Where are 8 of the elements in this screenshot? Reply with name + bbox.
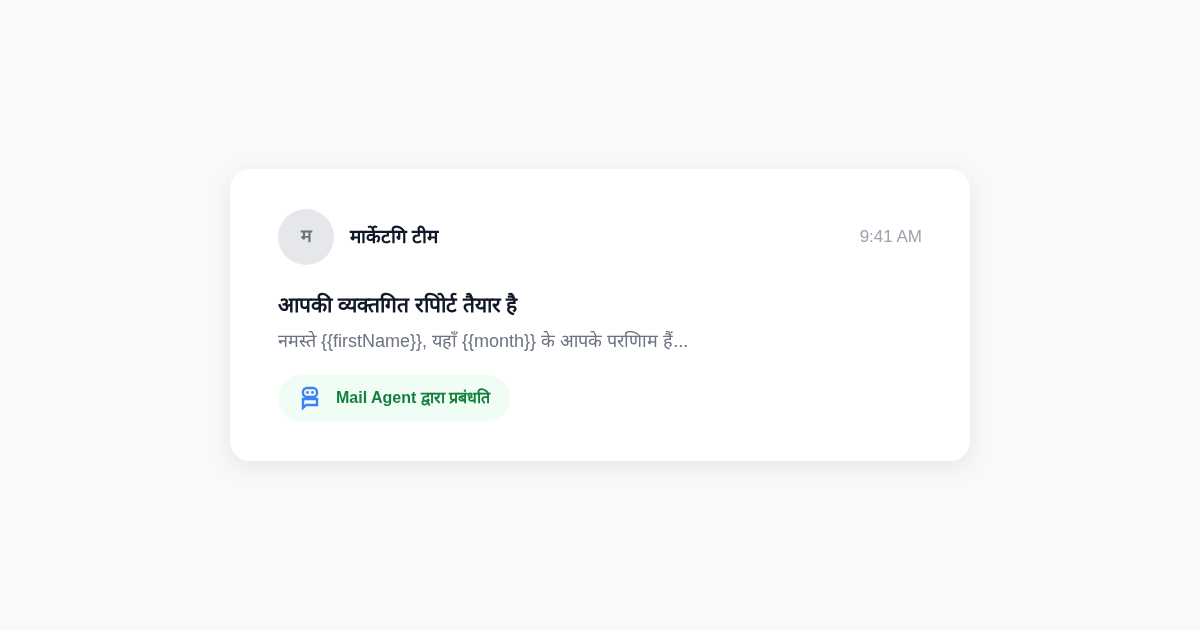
sender-name: मार्केटगि टीम: [350, 224, 439, 249]
robot-icon: [300, 386, 320, 411]
message-card[interactable]: म मार्केटगि टीम 9:41 AM आपकी व्यक्तगित रपिोर्ट तैयार है नमस्ते {{firstName}}, यहाँ {{month}} के आपके परणािम हैं... Mail Agent द्वारा प्रबंधति: [230, 168, 970, 462]
subject: आपकी व्यक्तगित रपिोर्ट तैयार है: [278, 291, 519, 318]
agent-badge: Mail Agent द्वारा प्रबंधति: [278, 375, 511, 422]
timestamp: 9:41 AM: [859, 226, 922, 248]
preview-text: नमस्ते {{firstName}}, यहाँ {{month}} के आपके परणािम हैं...: [278, 330, 690, 354]
avatar: म: [278, 208, 334, 265]
